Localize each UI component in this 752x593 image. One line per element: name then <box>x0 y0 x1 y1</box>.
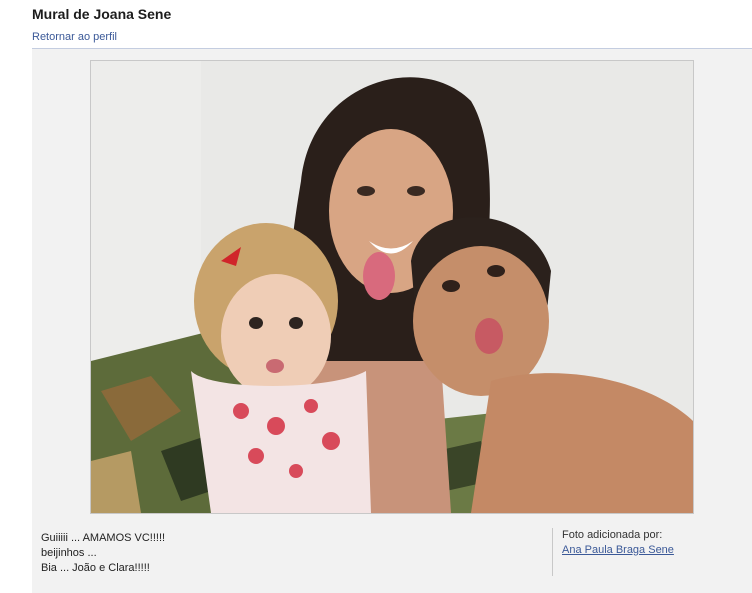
back-to-profile-link[interactable]: Retornar ao perfil <box>32 31 117 43</box>
added-by-author-link[interactable]: Ana Paula Braga Sene <box>562 544 674 556</box>
caption-line: Bia ... João e Clara!!!!! <box>41 562 150 574</box>
wall-photo[interactable] <box>90 60 694 514</box>
page-title: Mural de Joana Sene <box>32 6 172 22</box>
photo-caption: Guiiiii ... AMAMOS VC!!!!! beijinhos ...… <box>41 531 165 576</box>
added-by-label: Foto adicionada por: <box>562 529 663 541</box>
caption-line: beijinhos ... <box>41 547 97 559</box>
photo-illustration <box>91 61 693 513</box>
photo-attribution: Foto adicionada por: Ana Paula Braga Sen… <box>552 528 674 576</box>
caption-line: Guiiiii ... AMAMOS VC!!!!! <box>41 532 166 544</box>
